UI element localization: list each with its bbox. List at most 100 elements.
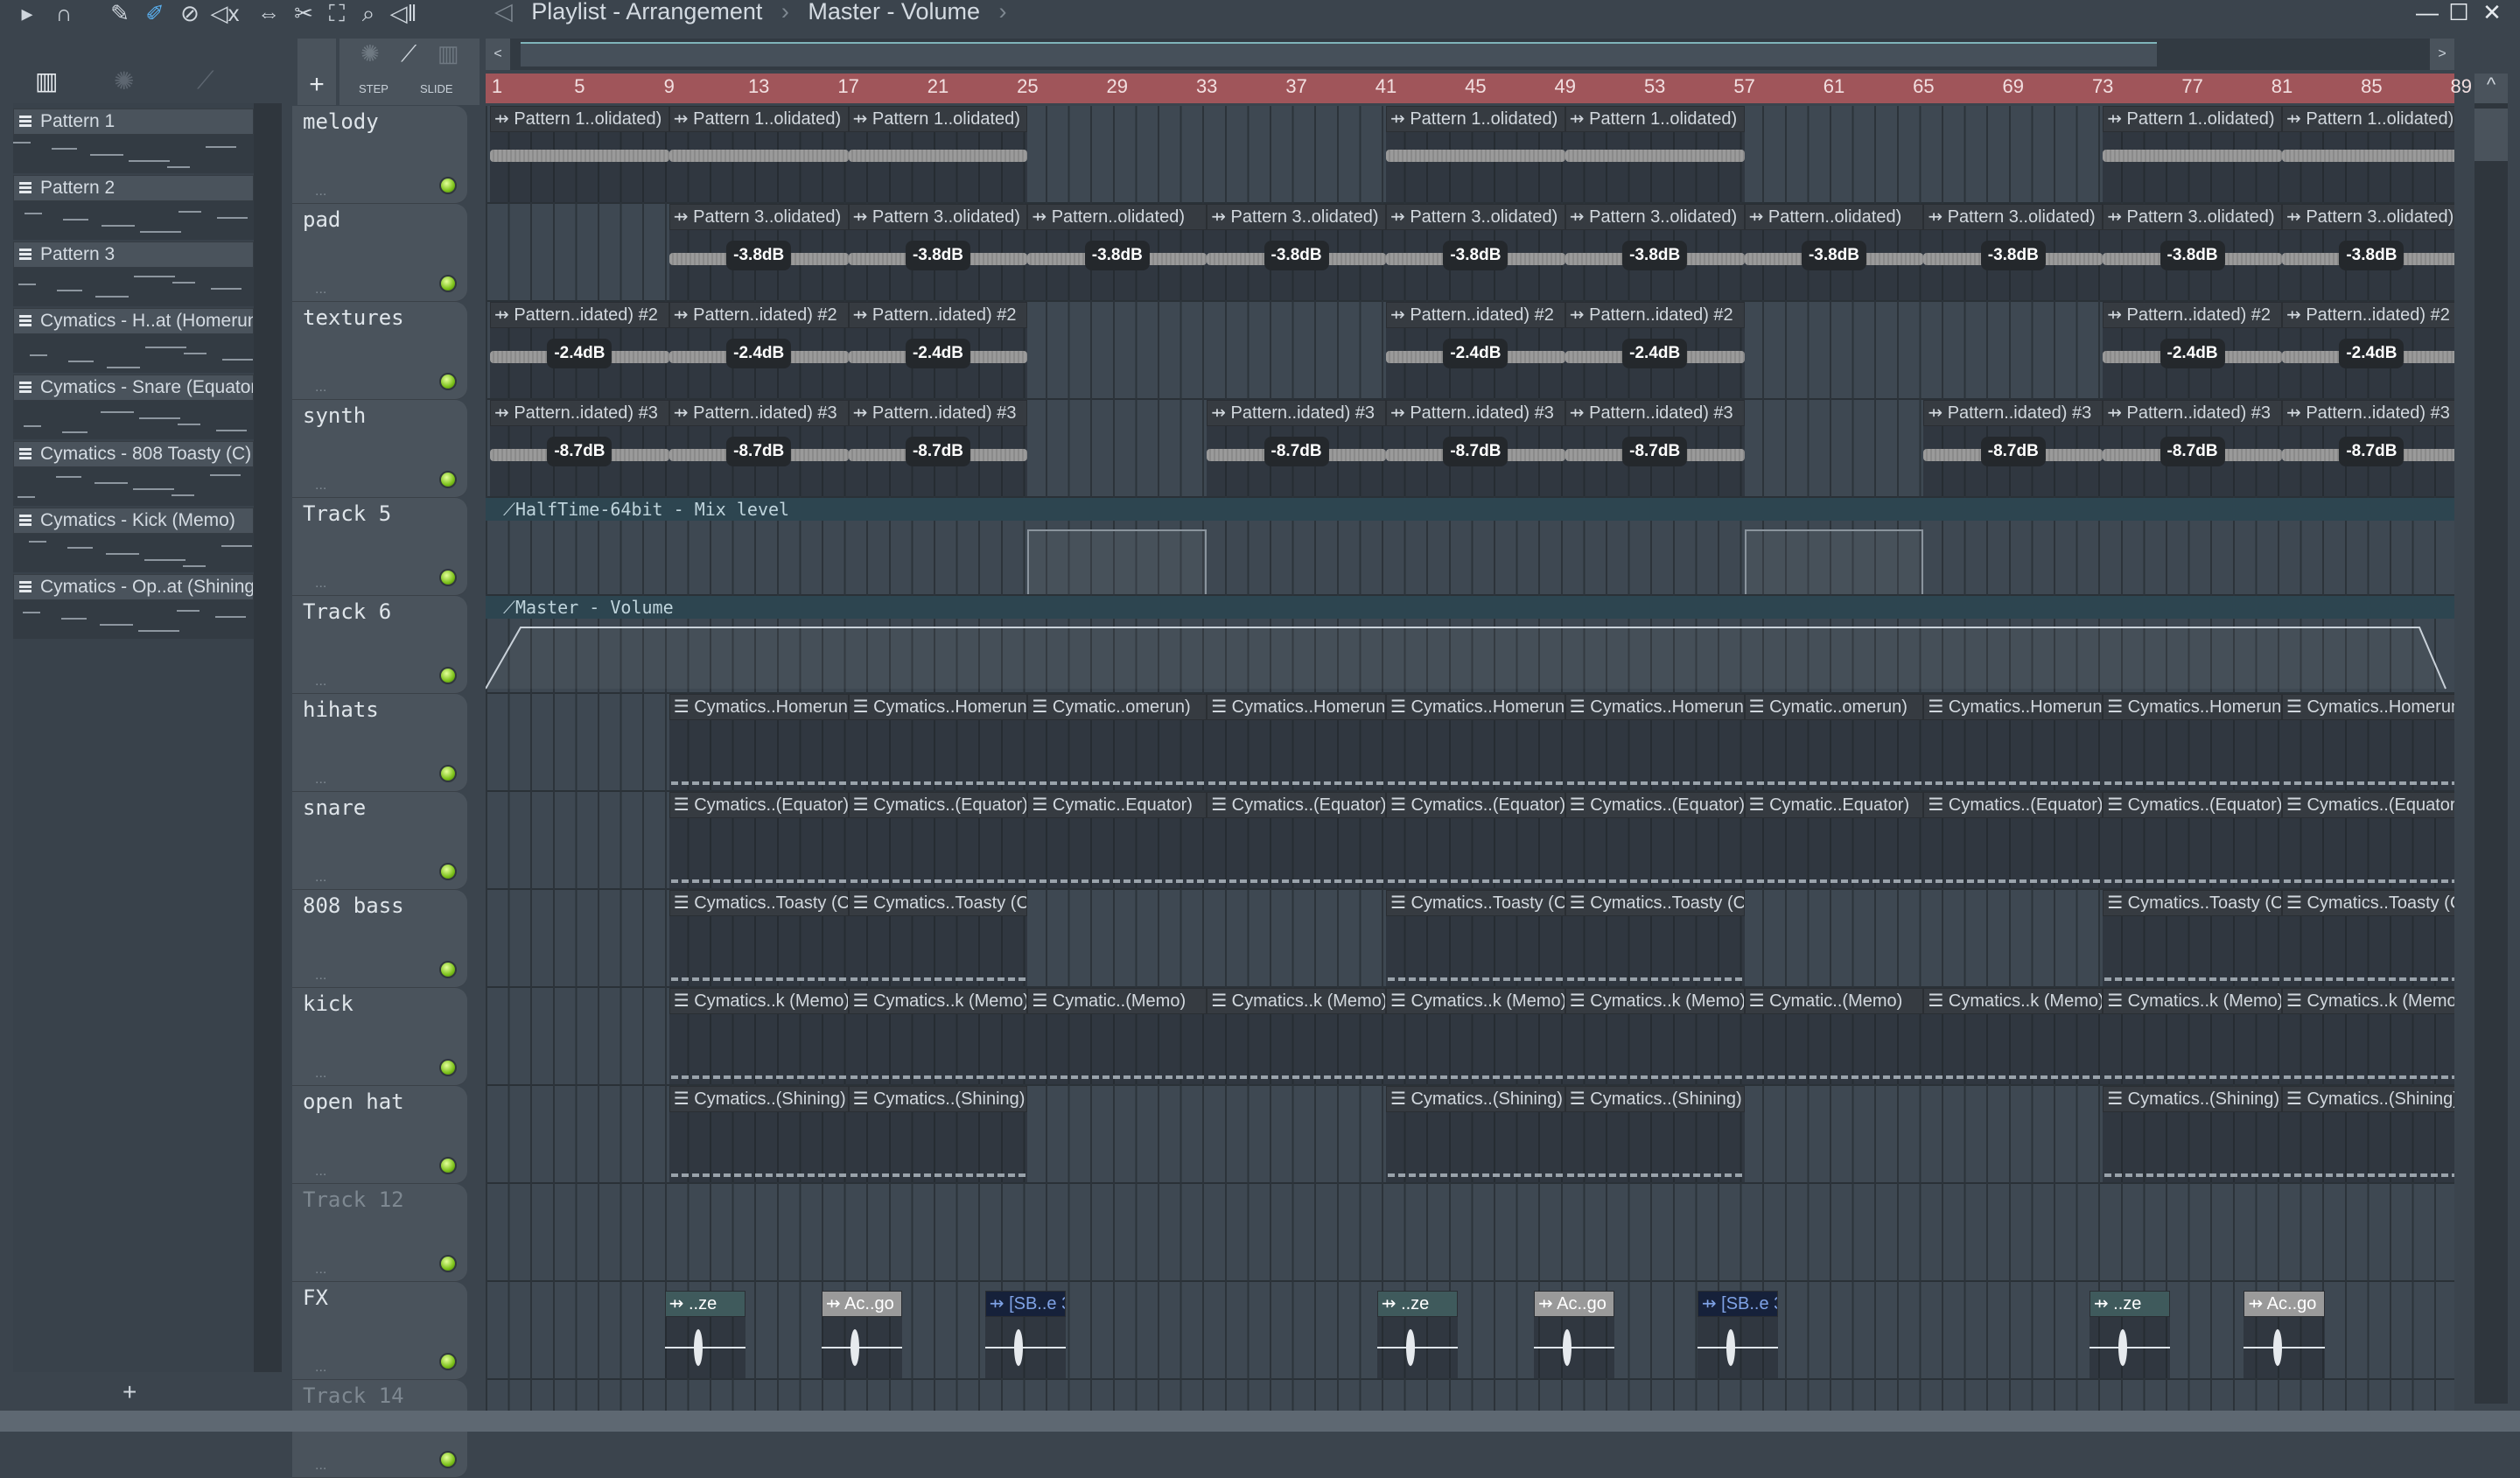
track-options-icon[interactable]: ... (315, 380, 326, 396)
fx-audio-clip[interactable]: ⇸ Ac..go (821, 1291, 903, 1378)
audio-clip[interactable]: ⇸ Pattern 1..olidated) (1386, 106, 1565, 202)
fx-audio-clip[interactable]: ⇸ Ac..go (1533, 1291, 1615, 1378)
pattern-clip[interactable]: ☰ Cymatics..(Shining) (2282, 1086, 2454, 1182)
minimize-button[interactable]: — (2412, 0, 2443, 26)
breadcrumb-playlist[interactable]: Playlist - Arrangement (531, 0, 762, 25)
pattern-clip[interactable]: ☰ Cymatics..k (Memo) (668, 988, 849, 1084)
audio-clip[interactable]: ⇸ Pattern 3..olidated) -3.8dB (1564, 204, 1745, 300)
audio-clip[interactable]: ⇸ Pattern..idated) #2 -2.4dB (2282, 302, 2454, 398)
audio-clip[interactable]: ⇸ Pattern..idated) #3 -8.7dB (2103, 400, 2282, 496)
automation-icon[interactable]: ⟋ (401, 40, 416, 68)
pattern-clip[interactable]: ☰ Cymatics..(Equator) (1923, 792, 2104, 888)
piano-icon[interactable]: ▥ (35, 67, 58, 95)
fx-audio-clip[interactable]: ⇸ ..ze (664, 1291, 746, 1378)
pattern-clip[interactable]: ☰ Cymatics..Homerun) (1207, 694, 1386, 790)
track-header[interactable]: melody... (292, 106, 467, 204)
audio-clip[interactable]: ⇸ Pattern 3..olidated) -3.8dB (2103, 204, 2282, 300)
piano-icon[interactable]: ▥ (438, 40, 459, 67)
slide-toggle[interactable]: SLIDE (420, 82, 453, 95)
magnet-icon[interactable]: ∩ (49, 0, 79, 26)
pattern-clip[interactable]: ☰ Cymatic..(Memo) (1744, 988, 1924, 1084)
track-options-icon[interactable]: ... (315, 576, 326, 592)
track-name[interactable]: kick (303, 991, 354, 1016)
browser-scrollbar[interactable] (254, 103, 282, 1372)
browser-item-label[interactable]: Cymatics - 808 Toasty (C) (13, 441, 254, 467)
track-options-icon[interactable]: ... (315, 870, 326, 886)
track-enable-led[interactable] (439, 275, 457, 292)
browser-item[interactable]: Cymatics - H..at (Homerun) (13, 308, 254, 375)
automation-clip[interactable]: ⟋HalfTime-64bit - Mix level (486, 498, 2454, 594)
track-name[interactable]: hihats (303, 697, 379, 722)
audio-clip[interactable]: ⇸ Pattern..idated) #3 -8.7dB (2282, 400, 2454, 496)
pattern-clip[interactable]: ☰ Cymatic..omerun) (1744, 694, 1924, 790)
pattern-clip[interactable]: ☰ Cymatic..Equator) (1027, 792, 1208, 888)
slip-icon[interactable]: ⇔ (254, 0, 284, 26)
pattern-clip[interactable]: ☰ Cymatics..Toasty (C) (2103, 890, 2282, 986)
automation-curve[interactable] (486, 619, 2454, 692)
pattern-clip[interactable]: ☰ Cymatics..(Equator) (2282, 792, 2454, 888)
track-header[interactable]: hihats... (292, 694, 467, 792)
audio-clip[interactable]: ⇸ Pattern 3..olidated) -3.8dB (1386, 204, 1565, 300)
pattern-clip[interactable]: ☰ Cymatics..k (Memo) (1923, 988, 2104, 1084)
browser-item[interactable]: Pattern 2 (13, 175, 254, 242)
track-header[interactable]: Track 6... (292, 596, 467, 694)
audio-clip[interactable]: ⇸ Pattern..idated) #2 -2.4dB (490, 302, 669, 398)
audio-clip[interactable]: ⇸ Pattern..idated) #2 -2.4dB (668, 302, 849, 398)
pattern-clip[interactable]: ☰ Cymatics..k (Memo) (2103, 988, 2282, 1084)
browser-item-label[interactable]: Cymatics - Snare (Equator) (13, 375, 254, 401)
track-name[interactable]: open hat (303, 1089, 404, 1114)
track-header[interactable]: 808 bass... (292, 890, 467, 988)
track-options-icon[interactable]: ... (315, 1360, 326, 1376)
pattern-clip[interactable]: ☰ Cymatics..(Equator) (1207, 792, 1386, 888)
audio-clip[interactable]: ⇸ Pattern..idated) #3 -8.7dB (848, 400, 1028, 496)
pattern-clip[interactable]: ☰ Cymatics..Toasty (C) (1386, 890, 1565, 986)
pattern-clip[interactable]: ☰ Cymatics..k (Memo) (848, 988, 1028, 1084)
track-enable-led[interactable] (439, 1451, 457, 1468)
delete-icon[interactable]: ⊘ (175, 0, 205, 26)
pattern-clip[interactable]: ☰ Cymatics..k (Memo) (1386, 988, 1565, 1084)
track-options-icon[interactable]: ... (315, 1262, 326, 1278)
scroll-up-button[interactable]: ^ (2474, 74, 2508, 103)
track-header[interactable]: FX... (292, 1282, 467, 1380)
track-options-icon[interactable]: ... (315, 282, 326, 298)
track-options-icon[interactable]: ... (315, 772, 326, 788)
pattern-clip[interactable]: ☰ Cymatics..(Shining) (2103, 1086, 2282, 1182)
track-name[interactable]: Track 5 (303, 501, 391, 526)
track-name[interactable]: synth (303, 403, 366, 428)
track-name[interactable]: textures (303, 305, 404, 330)
audio-clip[interactable]: ⇸ Pattern..idated) #3 -8.7dB (490, 400, 669, 496)
track-name[interactable]: Track 14 (303, 1383, 404, 1408)
pattern-clip[interactable]: ☰ Cymatics..(Shining) (848, 1086, 1028, 1182)
audio-clip[interactable]: ⇸ Pattern 3..olidated) -3.8dB (1923, 204, 2104, 300)
track-header[interactable]: synth... (292, 400, 467, 498)
scroll-right-button[interactable]: > (2430, 39, 2454, 70)
pattern-clip[interactable]: ☰ Cymatics..(Shining) (1386, 1086, 1565, 1182)
browser-item-label[interactable]: Cymatics - Kick (Memo) (13, 508, 254, 534)
audio-clip[interactable]: ⇸ Pattern..idated) #2 -2.4dB (1564, 302, 1745, 398)
audio-clip[interactable]: ⇸ Pattern 3..olidated) -3.8dB (1207, 204, 1386, 300)
audio-clip[interactable]: ⇸ Pattern 1..olidated) (2103, 106, 2282, 202)
audio-clip[interactable]: ⇸ Pattern..idated) #2 -2.4dB (2103, 302, 2282, 398)
browser-item[interactable]: Cymatics - 808 Toasty (C) (13, 441, 254, 508)
select-icon[interactable]: ⛶ (322, 0, 352, 26)
scroll-left-button[interactable]: < (486, 39, 510, 70)
pattern-clip[interactable]: ☰ Cymatics..Homerun) (668, 694, 849, 790)
track-options-icon[interactable]: ... (315, 968, 326, 984)
scroll-thumb[interactable] (2474, 109, 2508, 161)
track-enable-led[interactable] (439, 471, 457, 488)
pattern-clip[interactable]: ☰ Cymatics..Homerun) (2282, 694, 2454, 790)
track-name[interactable]: snare (303, 795, 366, 820)
track-enable-led[interactable] (439, 765, 457, 782)
pattern-clip[interactable]: ☰ Cymatics..(Shining) (668, 1086, 849, 1182)
browser-item-label[interactable]: Cymatics - Op..at (Shining) (13, 574, 254, 600)
pattern-clip[interactable]: ☰ Cymatics..Homerun) (1386, 694, 1565, 790)
track-name[interactable]: melody (303, 109, 379, 134)
pattern-clip[interactable]: ☰ Cymatics..(Shining) (1564, 1086, 1745, 1182)
zoom-icon[interactable]: ⌕ (354, 0, 383, 26)
audio-icon[interactable]: ✺ (114, 67, 134, 95)
track-enable-led[interactable] (439, 177, 457, 194)
pattern-clip[interactable]: ☰ Cymatics..Homerun) (1564, 694, 1745, 790)
browser-item-label[interactable]: Pattern 2 (13, 175, 254, 201)
pattern-clip[interactable]: ☰ Cymatics..Homerun) (1923, 694, 2104, 790)
track-enable-led[interactable] (439, 1059, 457, 1076)
